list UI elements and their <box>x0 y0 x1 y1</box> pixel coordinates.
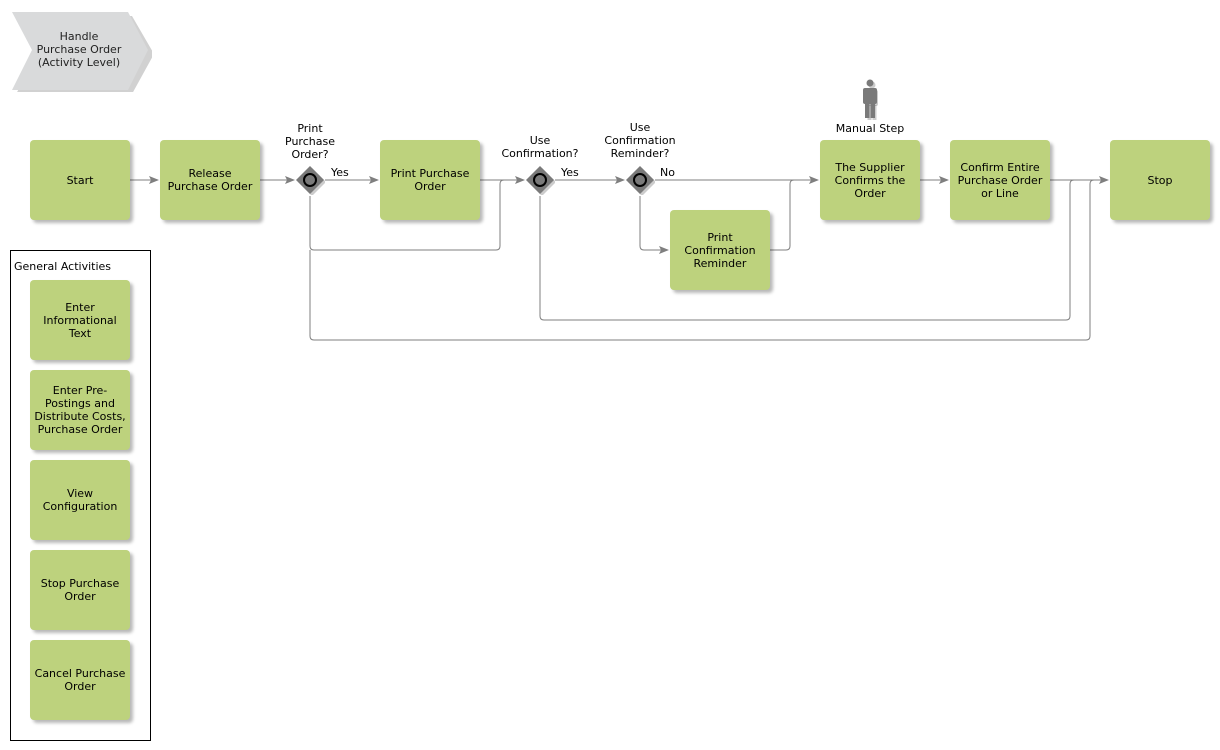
edge-reminder-supplier <box>770 179 795 251</box>
gateway-use-confirmation[interactable] <box>525 165 555 195</box>
general-activity-cancel-purchase-order[interactable]: Cancel Purchase Order <box>30 640 130 720</box>
activity-supplier-confirms-order[interactable]: The Supplier Confirms the Order <box>820 140 920 220</box>
manual-step-person-icon <box>863 79 878 120</box>
activity-stop[interactable]: Stop <box>1110 140 1210 220</box>
manual-step-label: Manual Step <box>835 122 905 135</box>
activity-print-purchase-order[interactable]: Print Purchase Order <box>380 140 480 220</box>
gateway-label-use-confirmation: Use Confirmation? <box>501 134 579 160</box>
general-activity-stop-purchase-order[interactable]: Stop Purchase Order <box>30 550 130 630</box>
activity-print-confirmation-reminder[interactable]: Print Confirmation Reminder <box>670 210 770 290</box>
edge-label-no-reminder: No <box>660 166 675 179</box>
process-diagram: Handle Purchase Order (Activity Level) S… <box>0 0 1220 750</box>
gateway-label-print-purchase-order: Print Purchase Order? <box>285 122 335 161</box>
activity-release-purchase-order[interactable]: Release Purchase Order <box>160 140 260 220</box>
connectors <box>130 176 1109 341</box>
gateway-circle-icon <box>533 173 547 187</box>
edge-label-yes-confirmation: Yes <box>561 166 579 179</box>
gateway-use-confirmation-reminder[interactable] <box>625 165 655 195</box>
gateway-circle-icon <box>303 173 317 187</box>
general-activity-enter-informational-text[interactable]: Enter Informational Text <box>30 280 130 360</box>
edge-label-yes-print: Yes <box>331 166 349 179</box>
general-activities-title: General Activities <box>14 260 112 273</box>
gateway-label-use-confirmation-reminder: Use Confirmation Reminder? <box>604 121 676 160</box>
gateway-circle-icon <box>633 173 647 187</box>
general-activity-view-configuration[interactable]: View Configuration <box>30 460 130 540</box>
gateway-print-purchase-order[interactable] <box>295 165 325 195</box>
activity-start[interactable]: Start <box>30 140 130 220</box>
general-activity-enter-pre-postings[interactable]: Enter Pre- Postings and Distribute Costs… <box>30 370 130 450</box>
activity-confirm-entire-order[interactable]: Confirm Entire Purchase Order or Line <box>950 140 1050 220</box>
edge-gw3-reminder <box>639 196 669 254</box>
